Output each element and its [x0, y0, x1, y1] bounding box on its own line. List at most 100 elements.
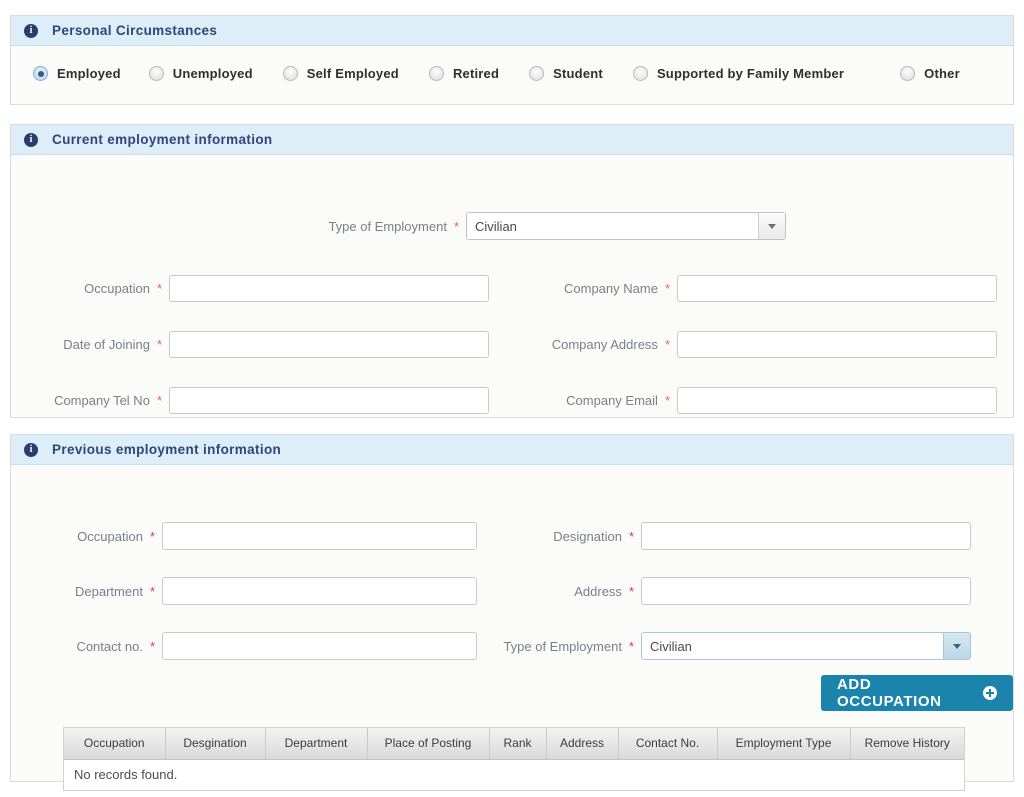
- info-icon: i: [24, 132, 38, 147]
- required-asterisk: *: [664, 393, 670, 408]
- required-asterisk: *: [664, 337, 670, 352]
- field-label: Company Tel No: [54, 393, 150, 408]
- type-of-employment-select-current[interactable]: Civilian: [466, 212, 786, 240]
- company-address-input-current[interactable]: [677, 331, 997, 358]
- field-label: Contact no.: [76, 638, 143, 654]
- radio-option-self-employed[interactable]: Self Employed: [282, 66, 399, 81]
- table-column-header: Occupation: [64, 728, 166, 760]
- previous-employment-panel: i Previous employment information Occupa…: [10, 434, 1014, 791]
- required-asterisk: *: [149, 528, 155, 544]
- field-company-email-current: Company Email *: [511, 387, 997, 414]
- table-column-header: Remove History: [850, 728, 964, 760]
- employment-history-table: Occupation Desgination Department Place of …: [63, 727, 965, 791]
- company-name-input-current[interactable]: [677, 275, 997, 302]
- field-contact-no-previous: Contact no. *: [11, 632, 477, 660]
- company-tel-no-input-current[interactable]: [169, 387, 489, 414]
- radio-button[interactable]: [282, 66, 298, 81]
- field-label: Department: [75, 583, 143, 599]
- current-employment-panel: i Current employment information Type of…: [10, 124, 1014, 418]
- field-company-tel-no-current: Company Tel No *: [11, 387, 489, 414]
- plus-circle-icon: [983, 686, 997, 700]
- required-asterisk: *: [149, 638, 155, 654]
- chevron-down-icon[interactable]: [758, 213, 785, 239]
- radio-label: Self Employed: [306, 66, 399, 81]
- table-empty-row: No records found.: [64, 759, 964, 790]
- radio-option-other[interactable]: Other: [900, 66, 960, 81]
- field-type-of-employment-current: Type of Employment * Civilian: [11, 212, 786, 240]
- chevron-down-icon[interactable]: [943, 633, 970, 659]
- field-label: Date of Joining: [63, 337, 150, 352]
- department-input-previous[interactable]: [162, 577, 477, 605]
- radio-label: Supported by Family Member: [656, 66, 845, 81]
- address-input-previous[interactable]: [641, 577, 971, 605]
- table-column-header: Address: [546, 728, 619, 760]
- caret-glyph: [953, 643, 961, 649]
- field-label: Address: [574, 583, 622, 599]
- radio-label: Other: [924, 66, 960, 81]
- page-title: Personal Circumstances: [52, 23, 218, 38]
- radio-label: Student: [553, 66, 603, 81]
- required-asterisk: *: [149, 583, 155, 599]
- table-column-header: Contact No.: [618, 728, 718, 760]
- designation-input-previous[interactable]: [641, 522, 971, 550]
- current-employment-header: i Current employment information: [11, 124, 1013, 155]
- table-header-row: Occupation Desgination Department Place of …: [64, 728, 964, 760]
- radio-option-supported-by-family-member[interactable]: Supported by Family Member: [632, 66, 845, 81]
- radio-button[interactable]: [148, 66, 164, 81]
- field-designation-previous: Designation *: [481, 522, 971, 550]
- required-asterisk: *: [628, 528, 634, 544]
- radio-label: Retired: [452, 66, 500, 81]
- previous-employment-title: Previous employment information: [52, 442, 282, 457]
- field-label: Company Email: [566, 393, 658, 408]
- info-icon: i: [24, 23, 38, 38]
- previous-employment-header: i Previous employment information: [11, 434, 1013, 465]
- field-address-previous: Address *: [481, 577, 971, 605]
- field-company-name-current: Company Name *: [511, 275, 997, 302]
- current-employment-title: Current employment information: [52, 132, 273, 147]
- add-occupation-button[interactable]: ADD OCCUPATION: [821, 675, 1013, 711]
- radio-option-student[interactable]: Student: [529, 66, 603, 81]
- type-of-employment-select-previous[interactable]: Civilian: [641, 632, 971, 660]
- field-label: Type of Employment: [503, 638, 622, 654]
- required-asterisk: *: [628, 638, 634, 654]
- table-column-header: Employment Type: [717, 728, 851, 760]
- field-label: Designation: [553, 528, 622, 544]
- table-column-header: Department: [265, 728, 368, 760]
- radio-option-employed[interactable]: Employed: [33, 66, 121, 81]
- radio-button[interactable]: [632, 66, 648, 81]
- table-empty-message: No records found.: [64, 759, 964, 790]
- radio-option-unemployed[interactable]: Unemployed: [148, 66, 253, 81]
- add-occupation-label: ADD OCCUPATION: [837, 676, 942, 710]
- occupation-input-current[interactable]: [169, 275, 489, 302]
- personal-circumstances-panel: i Personal Circumstances Employed Unemplo…: [10, 15, 1014, 105]
- radio-button[interactable]: [428, 66, 444, 81]
- radio-button[interactable]: [529, 66, 545, 81]
- personal-circumstances-radio-group: Employed Unemployed Self Employed Retired St…: [11, 46, 1013, 101]
- field-occupation-current: Occupation *: [11, 275, 489, 302]
- required-asterisk: *: [156, 337, 162, 352]
- required-asterisk: *: [664, 281, 670, 296]
- field-type-of-employment-previous: Type of Employment * Civilian: [481, 632, 971, 660]
- info-icon-glyph: i: [29, 24, 33, 36]
- radio-option-retired[interactable]: Retired: [428, 66, 500, 81]
- company-email-input-current[interactable]: [677, 387, 997, 414]
- select-value: Civilian: [642, 633, 943, 659]
- table-column-header: Rank: [489, 728, 547, 760]
- personal-circumstances-header: i Personal Circumstances: [11, 15, 1013, 46]
- field-date-of-joining-current: Date of Joining *: [11, 331, 489, 358]
- occupation-input-previous[interactable]: [162, 522, 477, 550]
- field-label: Occupation: [77, 528, 143, 544]
- contact-no-input-previous[interactable]: [162, 632, 477, 660]
- field-company-address-current: Company Address *: [511, 331, 997, 358]
- date-of-joining-input-current[interactable]: [169, 331, 489, 358]
- personal-circumstances-body: Employed Unemployed Self Employed Retired St…: [11, 46, 1013, 101]
- required-asterisk: *: [156, 393, 162, 408]
- required-asterisk: *: [628, 583, 634, 599]
- field-occupation-previous: Occupation *: [11, 522, 477, 550]
- info-icon: i: [24, 442, 38, 457]
- radio-button[interactable]: [900, 66, 916, 81]
- field-label: Type of Employment: [328, 218, 447, 234]
- current-employment-body: Type of Employment * Civilian Occupation…: [11, 155, 1013, 416]
- caret-glyph: [768, 223, 776, 229]
- radio-button[interactable]: [33, 66, 48, 81]
